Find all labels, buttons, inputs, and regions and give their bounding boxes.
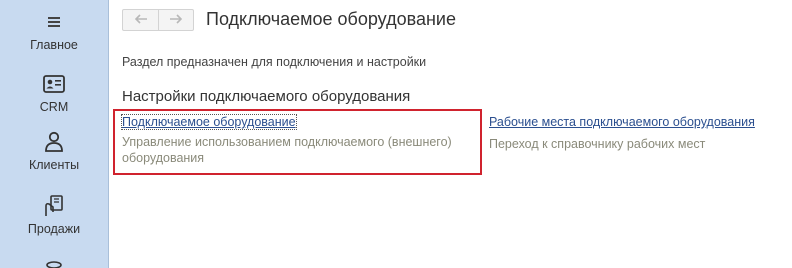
connected-equipment-hint: Управление использованием подключаемого … — [122, 135, 452, 165]
sidebar-item-label: Клиенты — [28, 158, 80, 172]
history-navigation — [122, 9, 194, 31]
contact-card-icon — [42, 72, 66, 96]
person-icon — [42, 130, 66, 154]
sidebar-item-more[interactable] — [0, 255, 108, 268]
sidebar: Главное CRM Клиенты Продажи — [0, 0, 109, 268]
sidebar-item-main[interactable]: Главное — [0, 10, 108, 52]
section-description: Раздел предназначен для подключения и на… — [122, 55, 427, 69]
equipment-workplaces-hint: Переход к справочнику рабочих мест — [489, 137, 706, 151]
connected-equipment-link[interactable]: Подключаемое оборудование — [121, 114, 297, 130]
arrow-right-icon — [169, 11, 183, 29]
back-button[interactable] — [123, 10, 158, 30]
box-icon — [42, 255, 66, 268]
equipment-workplaces-link[interactable]: Рабочие места подключаемого оборудования — [489, 115, 755, 129]
sidebar-item-crm[interactable]: CRM — [0, 72, 108, 114]
menu-icon — [42, 10, 66, 34]
settings-group-title: Настройки подключаемого оборудования — [122, 88, 411, 105]
hand-card-icon — [42, 194, 66, 218]
sidebar-item-label: Главное — [30, 38, 78, 52]
sidebar-item-label: CRM — [39, 100, 69, 114]
sidebar-item-label: Продажи — [27, 222, 81, 236]
forward-button[interactable] — [158, 10, 193, 30]
arrow-left-icon — [134, 11, 148, 29]
page-title: Подключаемое оборудование — [206, 9, 456, 29]
sidebar-item-clients[interactable]: Клиенты — [0, 130, 108, 172]
sidebar-item-sales[interactable]: Продажи — [0, 194, 108, 236]
